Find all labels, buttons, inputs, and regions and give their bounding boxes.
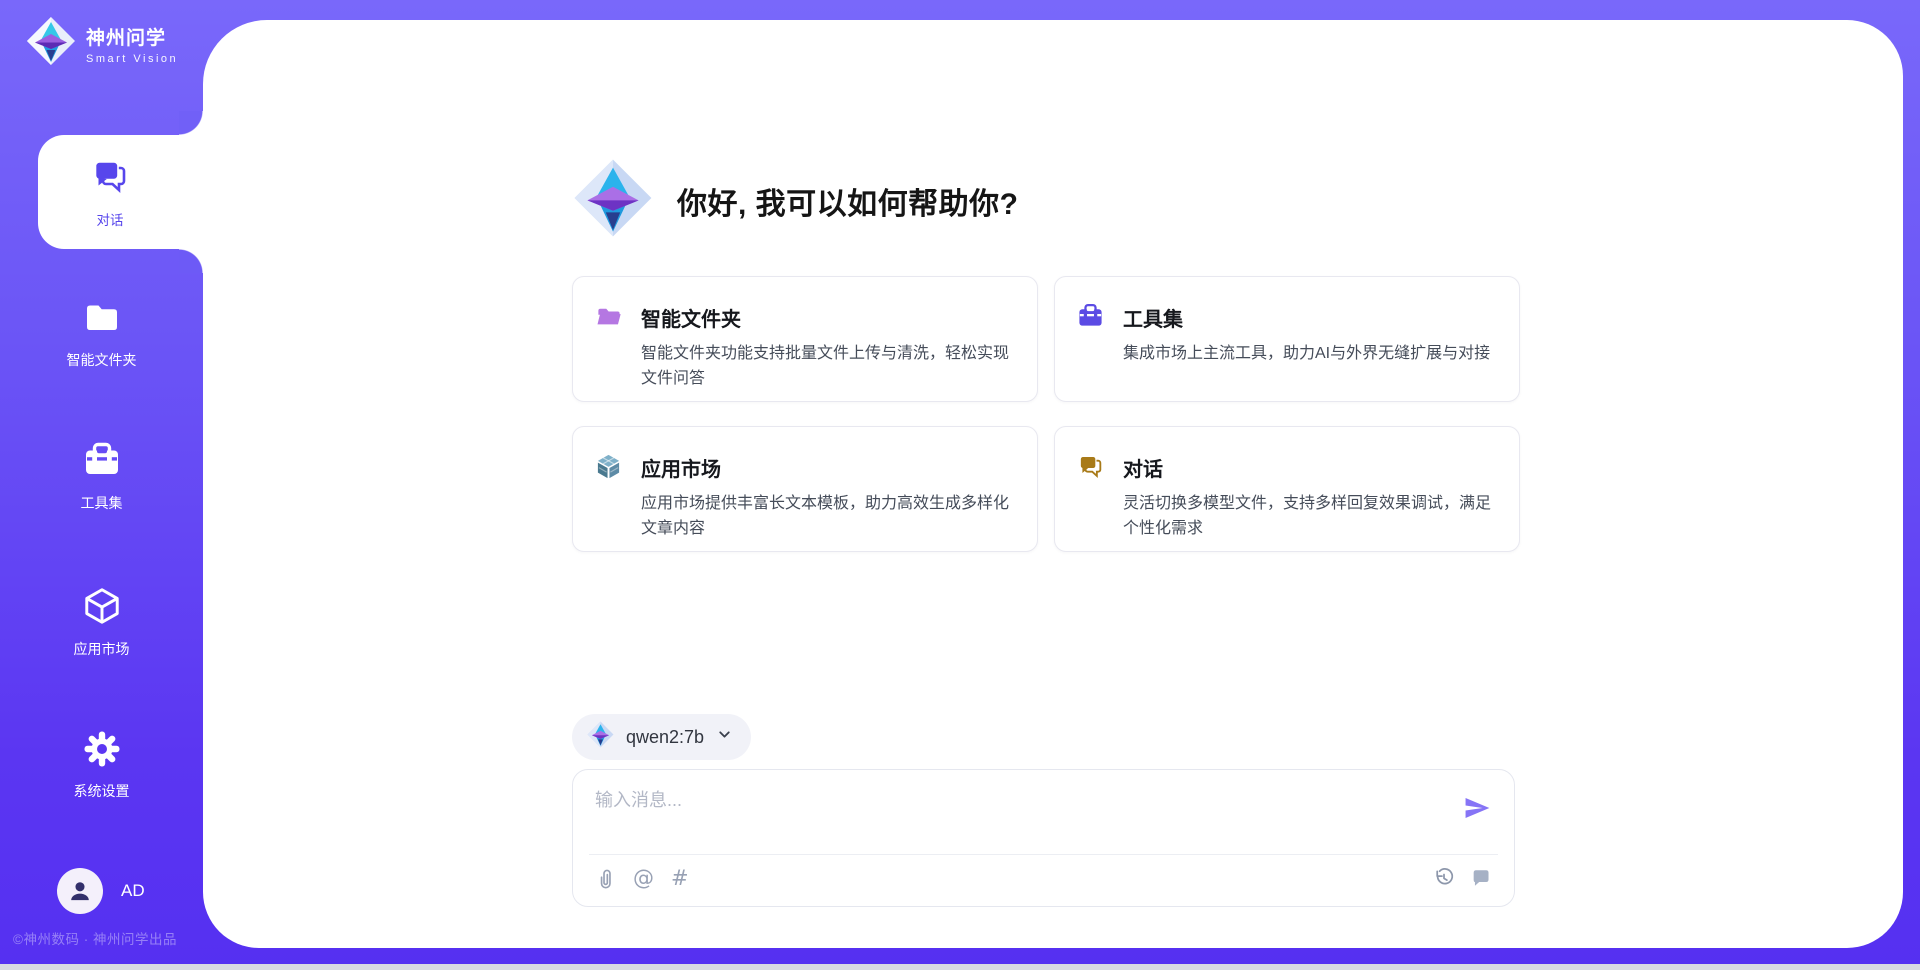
card-app-market[interactable]: 应用市场 应用市场提供丰富长文本模板，助力高效生成多样化文章内容 [572,426,1038,552]
app-cube-icon [595,453,622,551]
feedback-icon[interactable] [1470,867,1492,889]
card-description: 应用市场提供丰富长文本模板，助力高效生成多样化文章内容 [641,492,1011,542]
composer-divider [589,854,1498,855]
briefcase-icon [1077,303,1104,401]
sidebar-item-chat[interactable]: 对话 [38,135,208,249]
model-name: qwen2:7b [626,727,704,748]
person-icon [67,878,93,904]
brand-logo: 神州问学 Smart Vision [26,16,178,71]
message-composer: @ # [572,769,1515,907]
brand-subtitle: Smart Vision [86,53,178,65]
folder-open-icon [595,303,622,401]
sidebar-item-smart-folder[interactable]: 智能文件夹 [0,298,203,370]
sidebar-item-label: 系统设置 [74,781,130,801]
user-profile[interactable]: AD [57,868,145,914]
card-title: 工具集 [1123,303,1490,332]
greeting-title: 你好, 我可以如何帮助你? [677,179,1019,223]
sidebar-item-label: 对话 [97,209,124,229]
message-input[interactable] [595,786,1455,846]
folder-icon [82,298,122,341]
card-smart-folder[interactable]: 智能文件夹 智能文件夹功能支持批量文件上传与清洗，轻松实现文件问答 [572,276,1038,402]
card-title: 对话 [1123,453,1493,482]
horizontal-scrollbar[interactable] [0,964,1920,970]
card-description: 集成市场上主流工具，助力AI与外界无缝扩展与对接 [1123,342,1490,367]
sidebar-item-toolbox[interactable]: 工具集 [0,441,203,513]
history-icon[interactable] [1433,867,1455,889]
chat-bubbles-icon [1077,453,1104,551]
card-description: 灵活切换多模型文件，支持多样回复效果调试，满足个性化需求 [1123,492,1493,542]
sidebar-item-label: 应用市场 [74,639,130,659]
send-button[interactable] [1463,794,1491,822]
send-icon [1463,794,1491,822]
brand-diamond-icon [26,16,76,71]
active-tab-fillet-bottom [179,249,203,273]
sidebar-item-label: 工具集 [81,493,123,513]
sidebar-item-app-market[interactable]: 应用市场 [0,585,203,659]
mention-icon[interactable]: @ [633,866,654,890]
sidebar-footer-credit: ©神州数码 · 神州问学出品 [13,928,177,948]
hash-icon[interactable]: # [671,866,689,890]
avatar [57,868,103,914]
card-chat[interactable]: 对话 灵活切换多模型文件，支持多样回复效果调试，满足个性化需求 [1054,426,1520,552]
toolbox-icon [82,441,122,484]
card-title: 智能文件夹 [641,303,1011,332]
app-root: 神州问学 Smart Vision 对话 智能文件夹 [0,0,1920,970]
card-toolbox[interactable]: 工具集 集成市场上主流工具，助力AI与外界无缝扩展与对接 [1054,276,1520,402]
greeting: 你好, 我可以如何帮助你? [573,158,1019,243]
card-title: 应用市场 [641,453,1011,482]
sidebar-item-label: 智能文件夹 [67,350,137,370]
chevron-down-icon [716,726,733,748]
gear-icon [82,729,122,772]
sidebar-item-settings[interactable]: 系统设置 [0,729,203,801]
active-tab-fillet-top [179,111,203,135]
brand-name: 神州问学 [86,23,178,50]
user-name: AD [121,881,145,901]
cube-icon [81,585,123,630]
assistant-diamond-icon [573,158,653,243]
feature-cards: 智能文件夹 智能文件夹功能支持批量文件上传与清洗，轻松实现文件问答 [572,276,1520,552]
model-diamond-icon [587,721,614,753]
card-description: 智能文件夹功能支持批量文件上传与清洗，轻松实现文件问答 [641,342,1011,392]
attachment-icon[interactable] [595,867,616,890]
chat-icon [90,156,130,201]
model-selector[interactable]: qwen2:7b [572,714,751,760]
